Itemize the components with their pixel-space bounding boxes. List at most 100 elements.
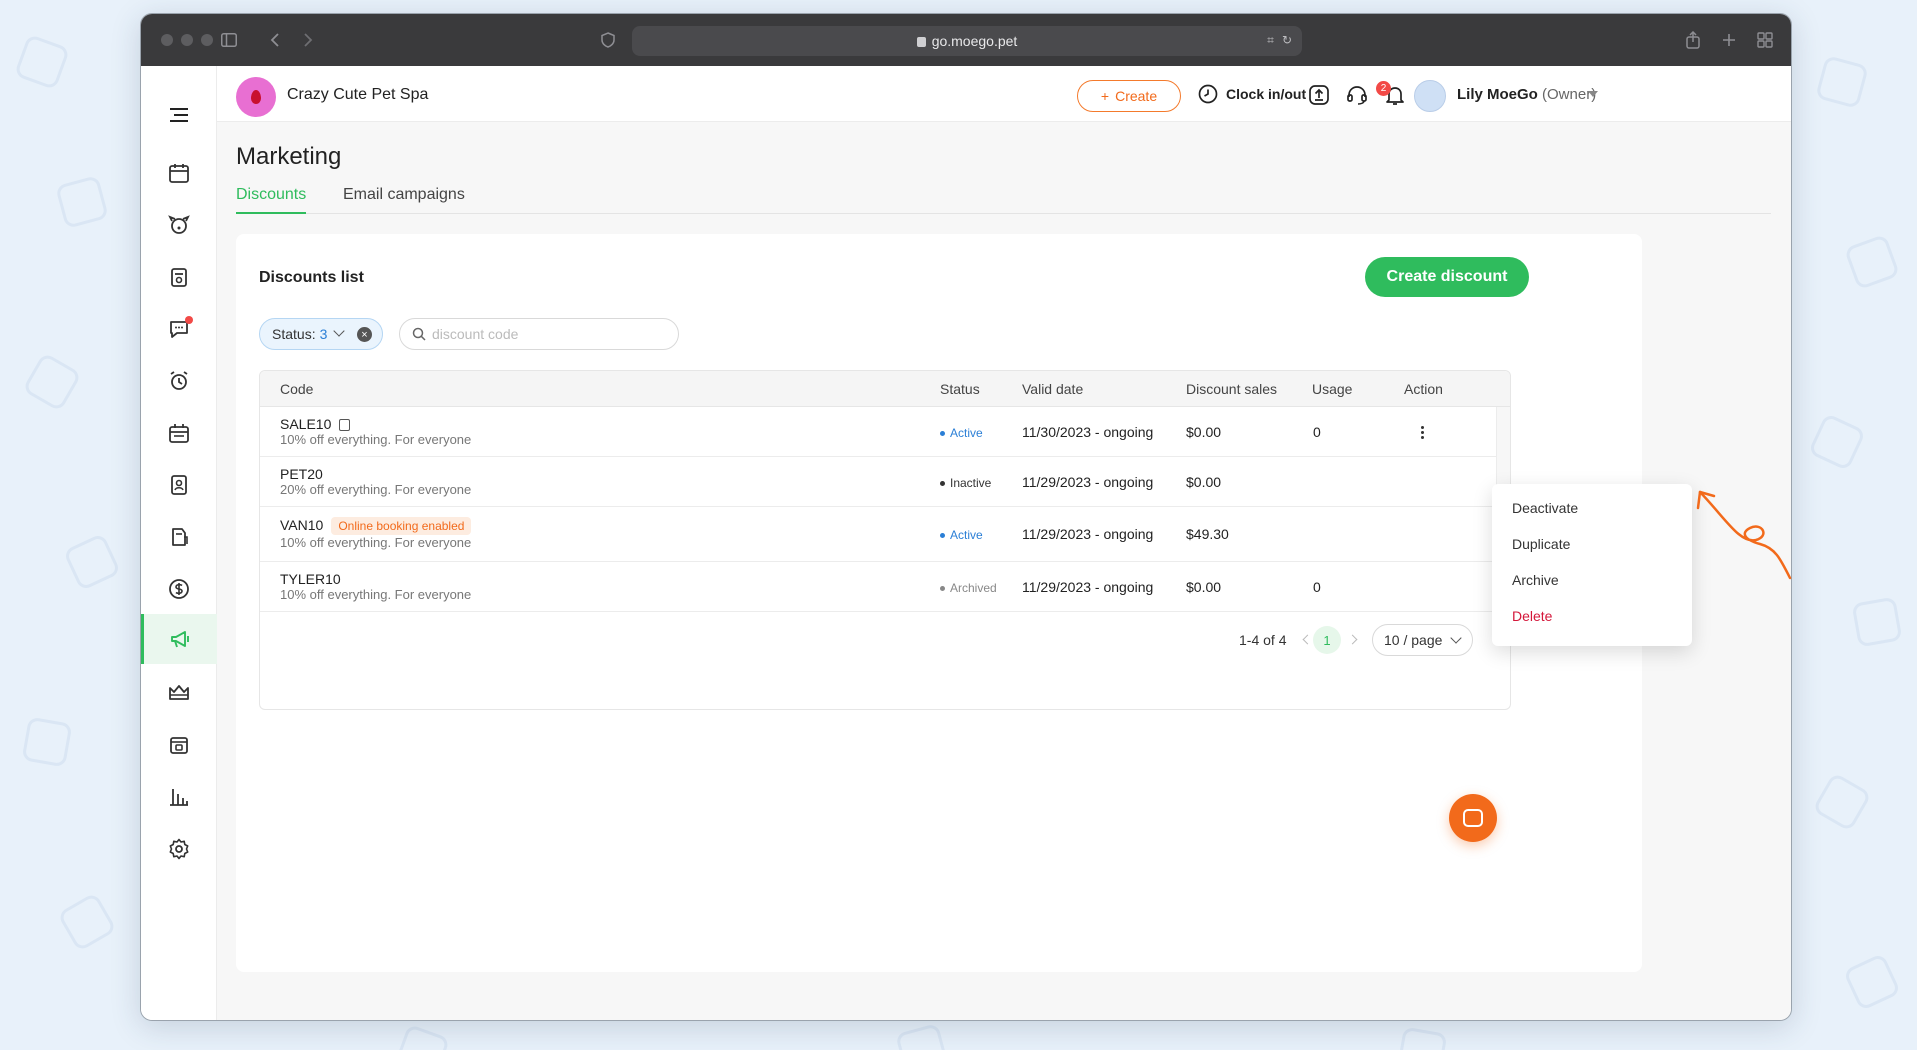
action-deactivate[interactable]: Deactivate [1512,500,1578,516]
action-menu: Deactivate Duplicate Archive Delete [1492,484,1692,646]
clock-in-out-button[interactable]: Clock in/out [1197,83,1306,105]
tab-discounts[interactable]: Discounts [236,186,307,214]
sidebar-item-reports[interactable] [141,772,217,822]
menu-icon [170,108,188,122]
sidebar-item-calendar[interactable] [141,148,217,198]
notification-count-badge: 2 [1376,81,1391,96]
previous-page-icon[interactable] [1302,634,1313,645]
reports-icon [170,789,188,806]
sidebar-item-booking[interactable] [141,252,217,302]
discount-description: 10% off everything. For everyone [280,432,472,447]
tab-email-campaigns[interactable]: Email campaigns [343,186,465,214]
menu-toggle[interactable] [141,90,217,140]
share-icon[interactable] [1681,28,1705,52]
marketing-icon [170,631,189,648]
page-title: Marketing [236,143,342,170]
discount-sales: $0.00 [1186,424,1222,440]
business-name[interactable]: Crazy Cute Pet Spa [287,86,428,104]
sidebar-item-agreements[interactable] [141,720,217,770]
valid-date: 11/29/2023 - ongoing [1022,474,1154,490]
status-badge: Active [940,426,983,440]
clear-filter-icon[interactable]: × [357,327,372,342]
table-row[interactable]: TYLER10 10% off everything. For everyone… [260,562,1510,612]
column-header-usage: Usage [1312,381,1353,397]
action-archive[interactable]: Archive [1512,572,1559,588]
address-bar[interactable]: go.moego.pet ⌗ ↻ [632,26,1302,56]
discount-description: 10% off everything. For everyone [280,587,472,602]
table-row[interactable]: PET20 20% off everything. For everyone I… [260,457,1510,507]
retail-icon [172,528,188,546]
online-booking-tag: Online booking enabled [331,517,472,535]
sidebar [141,66,217,1020]
alarm-icon [170,371,188,390]
sidebar-item-payments[interactable] [141,564,217,614]
top-header: Crazy Cute Pet Spa + Create Clock in/out… [217,66,1791,122]
next-page-icon[interactable] [1347,634,1358,645]
sidebar-toggle-icon[interactable] [217,28,241,52]
support-headset-icon[interactable] [1345,83,1369,107]
sidebar-item-reminders[interactable] [141,356,217,406]
sidebar-item-marketing[interactable] [141,614,217,664]
tab-overview-icon[interactable] [1753,28,1777,52]
search-input[interactable] [432,326,662,342]
create-discount-button[interactable]: Create discount [1365,257,1529,297]
table-row[interactable]: VAN10 Online booking enabled 10% off ever… [260,507,1510,562]
new-tab-icon[interactable] [1717,28,1741,52]
search-field[interactable] [399,318,679,350]
more-actions-icon[interactable] [1412,422,1432,442]
minimize-window-icon[interactable] [181,34,193,46]
chat-launcher-button[interactable] [1449,794,1497,842]
discounts-table: Code Status Valid date Discount sales Us… [259,370,1511,710]
sidebar-item-retail[interactable] [141,512,217,562]
pagination: 1-4 of 4 1 10 / page [260,612,1510,709]
search-icon [412,327,426,341]
maximize-window-icon[interactable] [201,34,213,46]
discount-sales: $49.30 [1186,526,1229,542]
avatar[interactable] [1414,80,1446,112]
payment-icon [169,579,189,599]
sidebar-item-report-cards[interactable] [141,460,217,510]
schedule-icon [169,424,189,443]
close-window-icon[interactable] [161,34,173,46]
sidebar-item-pets[interactable] [141,200,217,250]
status-badge: Active [940,528,983,542]
discount-code: TYLER10 [280,571,341,587]
forward-icon[interactable] [296,28,320,52]
status-filter[interactable]: Status: 3 × [259,318,383,350]
status-badge: Archived [940,581,997,595]
table-row[interactable]: SALE10 10% off everything. For everyone … [260,407,1510,457]
create-button-label: Create [1115,88,1158,104]
chevron-down-icon [333,325,346,337]
sidebar-item-settings[interactable] [141,824,217,874]
reload-icon[interactable]: ↻ [1282,33,1292,48]
clock-in-out-label: Clock in/out [1226,86,1307,102]
business-logo[interactable] [236,77,276,117]
plus-icon: + [1100,88,1110,104]
create-button[interactable]: + Create [1077,80,1181,112]
action-delete[interactable]: Delete [1512,608,1552,624]
translate-icon[interactable]: ⌗ [1267,33,1274,48]
sidebar-item-schedule[interactable] [141,408,217,458]
page-number-current[interactable]: 1 [1313,626,1341,654]
upload-icon[interactable] [1307,83,1331,107]
page-size-value: 10 / page [1384,632,1443,648]
copy-icon[interactable] [339,419,351,431]
annotation-arrow [1696,490,1792,580]
usage: 0 [1313,579,1321,595]
url-text: go.moego.pet [931,33,1018,49]
action-duplicate[interactable]: Duplicate [1512,536,1570,552]
caret-down-icon[interactable] [1588,91,1598,97]
sidebar-item-messages[interactable] [141,304,217,354]
column-header-status: Status [940,381,980,397]
unread-badge [185,316,193,324]
user-menu[interactable]: Lily MoeGo (Owner) [1457,86,1596,103]
window-controls[interactable] [161,34,213,46]
back-icon[interactable] [263,28,287,52]
pagination-range: 1-4 of 4 [1239,632,1287,648]
valid-date: 11/30/2023 - ongoing [1022,424,1154,440]
discounts-card: Discounts list Create discount Status: 3… [236,234,1642,972]
discount-code: PET20 [280,466,323,482]
shield-icon[interactable] [596,28,620,52]
sidebar-item-membership[interactable] [141,668,217,718]
page-size-select[interactable]: 10 / page [1372,624,1473,656]
